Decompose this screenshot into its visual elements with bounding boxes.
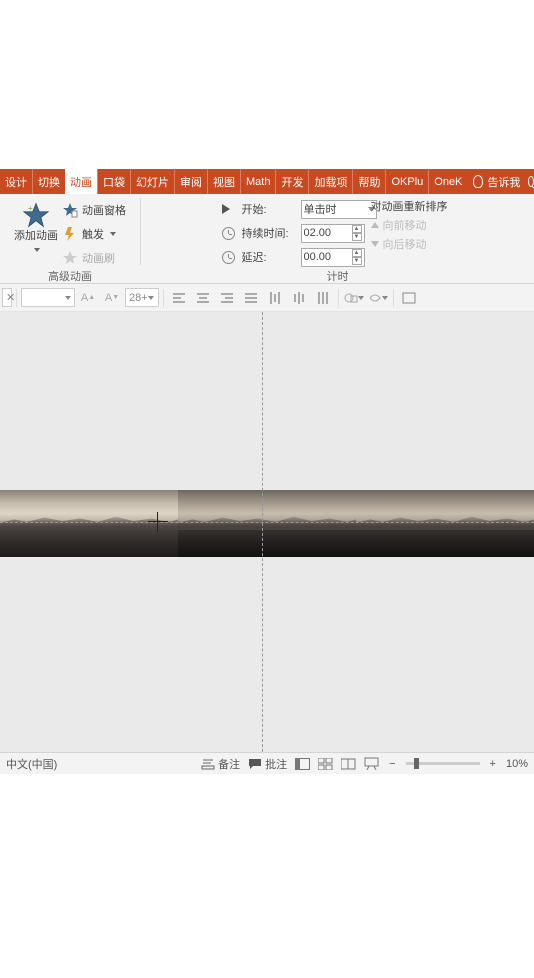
group-label-advanced: 高级动画 bbox=[6, 268, 134, 286]
clock-icon bbox=[222, 227, 235, 240]
arrow-up-icon bbox=[371, 222, 379, 228]
font-combo[interactable] bbox=[21, 288, 75, 307]
tab-design[interactable]: 设计 bbox=[0, 169, 32, 194]
start-label: 开始: bbox=[242, 201, 297, 217]
tab-animation[interactable]: 动画 bbox=[65, 169, 97, 194]
tab-view[interactable]: 视图 bbox=[207, 169, 240, 194]
image-strip[interactable] bbox=[0, 490, 534, 557]
secondary-toolbar: ✕ A▲ A▼ 28+ bbox=[0, 284, 534, 312]
align-7[interactable] bbox=[312, 287, 334, 309]
add-animation-button[interactable]: + 添加动画 bbox=[14, 196, 58, 256]
notes-icon bbox=[201, 758, 215, 770]
view-sorter-icon bbox=[318, 758, 333, 770]
trigger-icon bbox=[62, 226, 78, 242]
align-2[interactable] bbox=[192, 287, 214, 309]
svg-text:+: + bbox=[28, 204, 33, 213]
lightbulb-icon bbox=[473, 175, 483, 188]
view-sorter[interactable] bbox=[318, 758, 333, 770]
font-size-combo[interactable]: 28+ bbox=[125, 288, 159, 307]
zoom-level[interactable]: 10% bbox=[506, 758, 528, 770]
tab-addins[interactable]: 加载项 bbox=[308, 169, 352, 194]
view-normal-icon bbox=[295, 758, 310, 770]
view-reading-icon bbox=[341, 758, 356, 770]
slide-canvas[interactable] bbox=[0, 312, 534, 752]
delay-label: 延迟: bbox=[242, 249, 297, 265]
animation-pane-button[interactable]: 动画窗格 bbox=[62, 200, 126, 220]
star-icon: + bbox=[23, 202, 49, 228]
align-6[interactable] bbox=[288, 287, 310, 309]
align-3[interactable] bbox=[216, 287, 238, 309]
font-shrink[interactable]: A▼ bbox=[101, 287, 123, 309]
tell-me[interactable]: 告诉我 bbox=[473, 174, 520, 190]
tab-onek[interactable]: OneK bbox=[428, 169, 467, 194]
zoom-in[interactable]: + bbox=[488, 758, 498, 770]
zoom-out[interactable]: − bbox=[387, 758, 397, 770]
status-bar: 中文(中国) 备注 批注 − + 10% bbox=[0, 752, 534, 774]
tab-pocket[interactable]: 口袋 bbox=[97, 169, 130, 194]
font-grow[interactable]: A▲ bbox=[77, 287, 99, 309]
arrow-down-icon bbox=[371, 241, 379, 247]
notes-button[interactable]: 备注 bbox=[201, 756, 240, 772]
group-label-timing: 计时 bbox=[147, 268, 528, 286]
ribbon-body: + 添加动画 动画窗格 触发 动画刷 高级动画 bbox=[0, 194, 534, 284]
tab-review[interactable]: 审阅 bbox=[174, 169, 207, 194]
language-status[interactable]: 中文(中国) bbox=[6, 756, 57, 772]
align-5[interactable] bbox=[264, 287, 286, 309]
view-normal[interactable] bbox=[295, 758, 310, 770]
zoom-slider[interactable] bbox=[406, 762, 480, 765]
align-1[interactable] bbox=[168, 287, 190, 309]
play-icon bbox=[222, 204, 230, 214]
delay-spinner[interactable]: 00.00 ▲▼ bbox=[301, 248, 365, 267]
horizontal-guide bbox=[0, 522, 534, 523]
close-x[interactable]: ✕ bbox=[2, 288, 12, 307]
move-later-button: 向后移动 bbox=[371, 236, 448, 252]
shape2-combo[interactable] bbox=[367, 287, 389, 309]
trigger-button[interactable]: 触发 bbox=[62, 224, 126, 244]
view-slideshow-icon bbox=[364, 757, 379, 770]
shape-combo[interactable] bbox=[343, 287, 365, 309]
tab-developer[interactable]: 开发 bbox=[275, 169, 308, 194]
comment-icon bbox=[248, 758, 262, 770]
rect-btn[interactable] bbox=[398, 287, 420, 309]
animation-pane-icon bbox=[62, 202, 78, 218]
move-earlier-button: 向前移动 bbox=[371, 217, 448, 233]
view-reading[interactable] bbox=[341, 758, 356, 770]
duration-spinner[interactable]: 02.00 ▲▼ bbox=[301, 224, 365, 243]
align-4[interactable] bbox=[240, 287, 262, 309]
tab-slideshow[interactable]: 幻灯片 bbox=[130, 169, 174, 194]
vertical-guide bbox=[262, 312, 263, 752]
comments-button[interactable]: 批注 bbox=[248, 756, 287, 772]
search-icon[interactable] bbox=[528, 176, 534, 187]
tab-help[interactable]: 帮助 bbox=[352, 169, 385, 194]
reorder-title: 对动画重新排序 bbox=[371, 198, 448, 214]
delay-icon bbox=[222, 251, 235, 264]
duration-label: 持续时间: bbox=[242, 225, 297, 241]
crosshair-cursor bbox=[148, 512, 168, 532]
animation-painter-button: 动画刷 bbox=[62, 248, 126, 268]
ribbon-tabs: 设计 切换 动画 口袋 幻灯片 审阅 视图 Math 开发 加载项 帮助 OKP… bbox=[0, 169, 534, 194]
tab-math[interactable]: Math bbox=[240, 169, 275, 194]
tab-okplus[interactable]: OKPlu bbox=[385, 169, 428, 194]
painter-icon bbox=[62, 250, 78, 266]
view-slideshow[interactable] bbox=[364, 757, 379, 770]
tab-transition[interactable]: 切换 bbox=[32, 169, 65, 194]
